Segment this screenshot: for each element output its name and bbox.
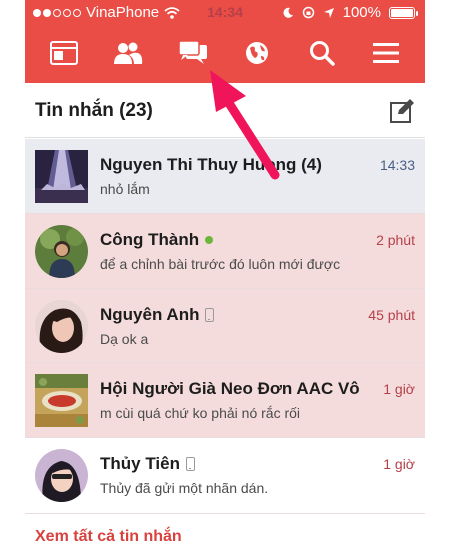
avatar xyxy=(35,225,88,278)
conversation-time: 45 phút xyxy=(368,307,415,323)
conversation-time: 1 giờ xyxy=(383,381,415,397)
location-icon xyxy=(323,7,334,18)
see-all-messages-link[interactable]: Xem tất cả tin nhắn xyxy=(35,528,182,546)
messages-header: Tin nhắn (23) xyxy=(25,86,425,138)
messages-screen: VinaPhone 14:34 100% Tin nhắn (23) Nguye… xyxy=(25,0,425,558)
globe-icon xyxy=(246,42,269,64)
conversation-name-text: Thủy Tiên xyxy=(100,454,180,473)
avatar xyxy=(35,449,88,502)
conversation-row[interactable]: Nguyen Thi Thuy Huong (4) nhỏ lắm 14:33 xyxy=(25,139,425,214)
top-bar: VinaPhone 14:34 100% xyxy=(25,0,425,83)
mobile-phone-icon xyxy=(185,457,195,471)
conversation-preview: Dạ ok a xyxy=(100,331,149,347)
conversation-name-text: Công Thành xyxy=(100,230,200,249)
tab-messages[interactable] xyxy=(174,34,212,72)
compose-icon[interactable] xyxy=(389,98,415,124)
tab-bar xyxy=(25,34,425,74)
battery-percent: 100% xyxy=(342,4,381,21)
conversation-name: Nguyên Anh xyxy=(100,305,215,325)
friends-icon xyxy=(114,42,143,64)
conversation-preview: m cùi quá chứ ko phải nó rắc rối xyxy=(100,405,301,421)
mobile-phone-icon xyxy=(205,308,215,322)
conversation-name: Công Thành xyxy=(100,230,214,250)
conversation-preview: để a chỉnh bài trước đó luôn mới được xyxy=(100,256,341,272)
battery-icon xyxy=(389,6,418,19)
tab-search[interactable] xyxy=(303,34,341,72)
online-status-dot xyxy=(205,236,214,244)
avatar xyxy=(35,300,88,353)
tab-friends[interactable] xyxy=(109,34,147,72)
conversation-row[interactable]: Hội Người Già Neo Đơn AAC Vô m cùi quá c… xyxy=(25,363,425,438)
news-feed-icon xyxy=(50,41,78,65)
conversation-row[interactable]: Nguyên Anh Dạ ok a 45 phút xyxy=(25,289,425,363)
avatar xyxy=(35,150,88,203)
status-bar: VinaPhone 14:34 100% xyxy=(25,0,425,26)
messages-icon xyxy=(178,40,207,64)
tab-notifications[interactable] xyxy=(238,34,276,72)
page-title: Tin nhắn (23) xyxy=(35,100,153,121)
conversation-name: Thủy Tiên xyxy=(100,454,195,474)
conversation-preview: Thủy đã gửi một nhãn dán. xyxy=(100,480,269,496)
conversation-row[interactable]: Công Thành để a chỉnh bài trước đó luôn … xyxy=(25,214,425,289)
conversation-name: Nguyen Thi Thuy Huong (4) xyxy=(100,155,322,174)
tab-menu[interactable] xyxy=(367,34,405,72)
avatar xyxy=(35,374,88,427)
moon-icon xyxy=(283,7,293,18)
rotation-lock-icon xyxy=(302,6,314,19)
conversation-time: 2 phút xyxy=(376,232,415,248)
menu-icon xyxy=(372,43,399,63)
search-icon xyxy=(309,41,335,66)
conversation-time: 14:33 xyxy=(379,157,415,173)
conversation-name-text: Nguyên Anh xyxy=(100,305,200,324)
tab-news-feed[interactable] xyxy=(45,34,83,72)
conversation-time: 1 giờ xyxy=(383,456,415,472)
conversation-row[interactable]: Thủy Tiên Thủy đã gửi một nhãn dán. 1 gi… xyxy=(25,438,425,514)
conversation-name: Hội Người Già Neo Đơn AAC Vô xyxy=(100,379,360,398)
status-right: 100% xyxy=(282,4,418,21)
conversation-preview: nhỏ lắm xyxy=(100,181,150,197)
